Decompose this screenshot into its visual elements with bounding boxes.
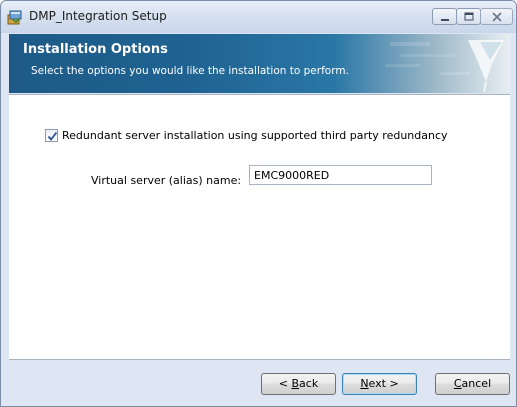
banner-subtitle: Select the options you would like the in…: [31, 65, 349, 77]
minimize-icon: [441, 19, 449, 21]
close-icon: [492, 12, 502, 22]
virtual-server-label: Virtual server (alias) name:: [91, 174, 242, 187]
back-button-prefix: <: [278, 377, 292, 390]
installer-icon: [7, 9, 23, 25]
next-button-label: ext >: [368, 377, 399, 390]
cancel-button[interactable]: Cancel: [435, 373, 510, 395]
banner-graphic: [385, 40, 504, 93]
title-bar[interactable]: DMP_Integration Setup: [1, 1, 516, 33]
header-banner: Installation Options Select the options …: [9, 34, 510, 93]
close-button[interactable]: [480, 8, 513, 25]
next-button-mnemonic: N: [360, 377, 369, 390]
virtual-server-input[interactable]: [249, 165, 432, 185]
redundant-checkbox[interactable]: [45, 129, 58, 142]
redundant-option[interactable]: Redundant server installation using supp…: [45, 129, 448, 142]
maximize-icon: [464, 12, 474, 21]
checkmark-icon: [47, 131, 58, 141]
maximize-button[interactable]: [456, 8, 481, 25]
options-panel: Redundant server installation using supp…: [9, 94, 510, 360]
next-button[interactable]: Next >: [342, 373, 417, 395]
back-button[interactable]: < Back: [261, 373, 336, 395]
window-title: DMP_Integration Setup: [29, 9, 167, 23]
back-button-mnemonic: B: [291, 377, 300, 390]
cancel-button-mnemonic: C: [453, 377, 462, 390]
minimize-button[interactable]: [432, 8, 457, 25]
cancel-button-label: ancel: [461, 377, 492, 390]
setup-window: DMP_Integration Setup Installation Optio…: [0, 0, 517, 407]
back-button-label: ack: [299, 377, 319, 390]
banner-title: Installation Options: [23, 42, 168, 57]
redundant-checkbox-label: Redundant server installation using supp…: [62, 129, 448, 142]
